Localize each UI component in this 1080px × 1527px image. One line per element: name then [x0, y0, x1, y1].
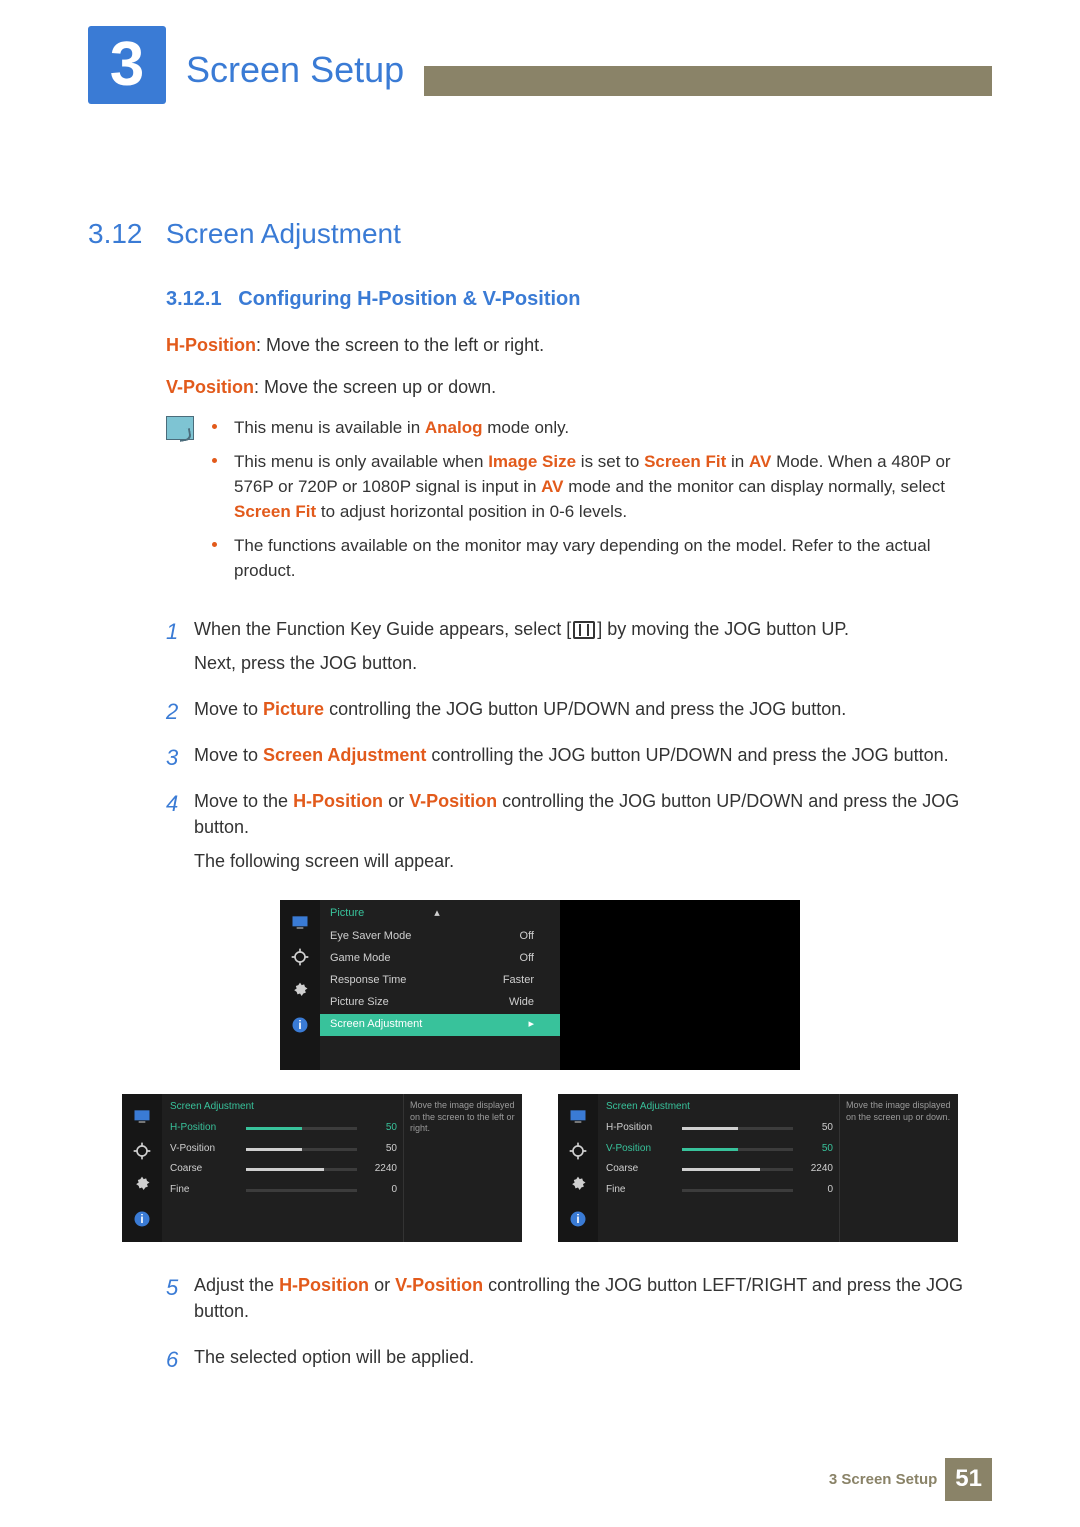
osd-help-text: Move the image displayed on the screen t…: [403, 1094, 522, 1242]
h-position-label: H-Position: [166, 335, 256, 355]
osd-screen-adjustment-h: i Screen Adjustment H-Position50 V-Posit…: [122, 1094, 522, 1242]
subsection-heading: 3.12.1 Configuring H-Position & V-Positi…: [166, 285, 992, 314]
step-number: 5: [166, 1272, 194, 1304]
info-icon: i: [566, 1207, 590, 1231]
osd-slider-row: Fine0: [162, 1180, 403, 1201]
footer-label: 3 Screen Setup: [829, 1469, 937, 1491]
monitor-icon: [130, 1105, 154, 1129]
osd-slider-row: Coarse2240: [162, 1159, 403, 1180]
subsection-title: Configuring H-Position & V-Position: [238, 288, 580, 310]
note-item: This menu is only available when Image S…: [212, 450, 992, 524]
osd-slider-row: H-Position50: [598, 1118, 839, 1139]
monitor-icon: [566, 1105, 590, 1129]
osd-slider-row-selected: H-Position50: [162, 1118, 403, 1139]
svg-text:i: i: [140, 1213, 143, 1226]
note-list: This menu is available in Analog mode on…: [212, 416, 992, 594]
up-arrow-icon: ▴: [434, 907, 440, 919]
monitor-icon: [288, 911, 312, 935]
osd-list: Screen Adjustment H-Position50 V-Positio…: [162, 1094, 403, 1242]
osd-picture-menu: i Picture▴ Eye Saver ModeOff Game ModeOf…: [88, 900, 992, 1070]
osd-slider-row: Fine0: [598, 1180, 839, 1201]
crosshair-icon: [566, 1139, 590, 1163]
osd-title: Screen Adjustment: [598, 1094, 839, 1119]
menu-icon: [573, 621, 595, 639]
osd-screen-adjustment-v: i Screen Adjustment H-Position50 V-Posit…: [558, 1094, 958, 1242]
step-2: 2 Move to Picture controlling the JOG bu…: [166, 696, 992, 730]
step-3: 3 Move to Screen Adjustment controlling …: [166, 742, 992, 776]
intro-h: H-Position: Move the screen to the left …: [166, 332, 992, 358]
slider-icon: [682, 1127, 793, 1130]
crosshair-icon: [288, 945, 312, 969]
page-number: 51: [945, 1458, 992, 1501]
slider-icon: [246, 1127, 357, 1130]
step-number: 6: [166, 1344, 194, 1376]
step-text: The selected option will be applied.: [194, 1344, 474, 1378]
subsection-number: 3.12.1: [166, 288, 222, 310]
osd-preview: [560, 900, 800, 1050]
step-text: Move to Picture controlling the JOG butt…: [194, 696, 846, 730]
osd-sidebar: i: [558, 1094, 598, 1242]
info-icon: i: [130, 1207, 154, 1231]
slider-icon: [682, 1168, 793, 1171]
slider-icon: [682, 1189, 793, 1192]
step-text: Move to Screen Adjustment controlling th…: [194, 742, 949, 776]
step-text: Move to the H-Position or V-Position con…: [194, 788, 992, 882]
step-number: 2: [166, 696, 194, 728]
osd-slider-row: Coarse2240: [598, 1159, 839, 1180]
step-text: Adjust the H-Position or V-Position cont…: [194, 1272, 992, 1332]
chapter-header: 3 Screen Setup: [88, 26, 992, 104]
gear-icon: [130, 1173, 154, 1197]
chapter-number-badge: 3: [88, 26, 166, 104]
osd-row: Picture SizeWide: [320, 992, 560, 1014]
step-5: 5 Adjust the H-Position or V-Position co…: [166, 1272, 992, 1332]
osd-slider-row: V-Position50: [162, 1139, 403, 1160]
gear-icon: [566, 1173, 590, 1197]
osd-adjustment-pair: i Screen Adjustment H-Position50 V-Posit…: [88, 1094, 992, 1242]
step-number: 1: [166, 616, 194, 648]
osd-title: Screen Adjustment: [162, 1094, 403, 1119]
step-text: When the Function Key Guide appears, sel…: [194, 616, 849, 684]
osd-panel: Picture▴ Eye Saver ModeOff Game ModeOff …: [320, 900, 560, 1070]
step-number: 3: [166, 742, 194, 774]
osd-sidebar: i: [280, 900, 320, 1070]
osd-row: Eye Saver ModeOff: [320, 926, 560, 948]
section-title: Screen Adjustment: [166, 218, 401, 249]
chapter-title: Screen Setup: [186, 44, 404, 96]
note-icon: [166, 416, 194, 440]
note-item: This menu is available in Analog mode on…: [212, 416, 992, 441]
svg-text:i: i: [576, 1213, 579, 1226]
slider-icon: [246, 1168, 357, 1171]
chevron-right-icon: ▸: [528, 1017, 534, 1033]
step-number: 4: [166, 788, 194, 820]
page-footer: 3 Screen Setup 51: [0, 1458, 1080, 1501]
step-6: 6 The selected option will be applied.: [166, 1344, 992, 1378]
osd-row: Response TimeFaster: [320, 970, 560, 992]
crosshair-icon: [130, 1139, 154, 1163]
header-stripe: [424, 66, 992, 96]
note-block: This menu is available in Analog mode on…: [166, 416, 992, 594]
slider-icon: [682, 1148, 793, 1151]
info-icon: i: [288, 1013, 312, 1037]
step-1: 1 When the Function Key Guide appears, s…: [166, 616, 992, 684]
note-item: The functions available on the monitor m…: [212, 534, 992, 583]
svg-text:i: i: [298, 1019, 301, 1032]
osd-list: Screen Adjustment H-Position50 V-Positio…: [598, 1094, 839, 1242]
slider-icon: [246, 1148, 357, 1151]
step-4: 4 Move to the H-Position or V-Position c…: [166, 788, 992, 882]
osd-slider-row-selected: V-Position50: [598, 1139, 839, 1160]
osd-title: Picture▴: [320, 900, 560, 926]
section-heading: 3.12 Screen Adjustment: [88, 214, 992, 255]
slider-icon: [246, 1189, 357, 1192]
intro-v: V-Position: Move the screen up or down.: [166, 374, 992, 400]
gear-icon: [288, 979, 312, 1003]
osd-help-text: Move the image displayed on the screen u…: [839, 1094, 958, 1242]
osd-sidebar: i: [122, 1094, 162, 1242]
section-number: 3.12: [88, 218, 143, 249]
osd-row: Game ModeOff: [320, 948, 560, 970]
osd-row-selected: Screen Adjustment▸: [320, 1014, 560, 1036]
v-position-label: V-Position: [166, 377, 254, 397]
